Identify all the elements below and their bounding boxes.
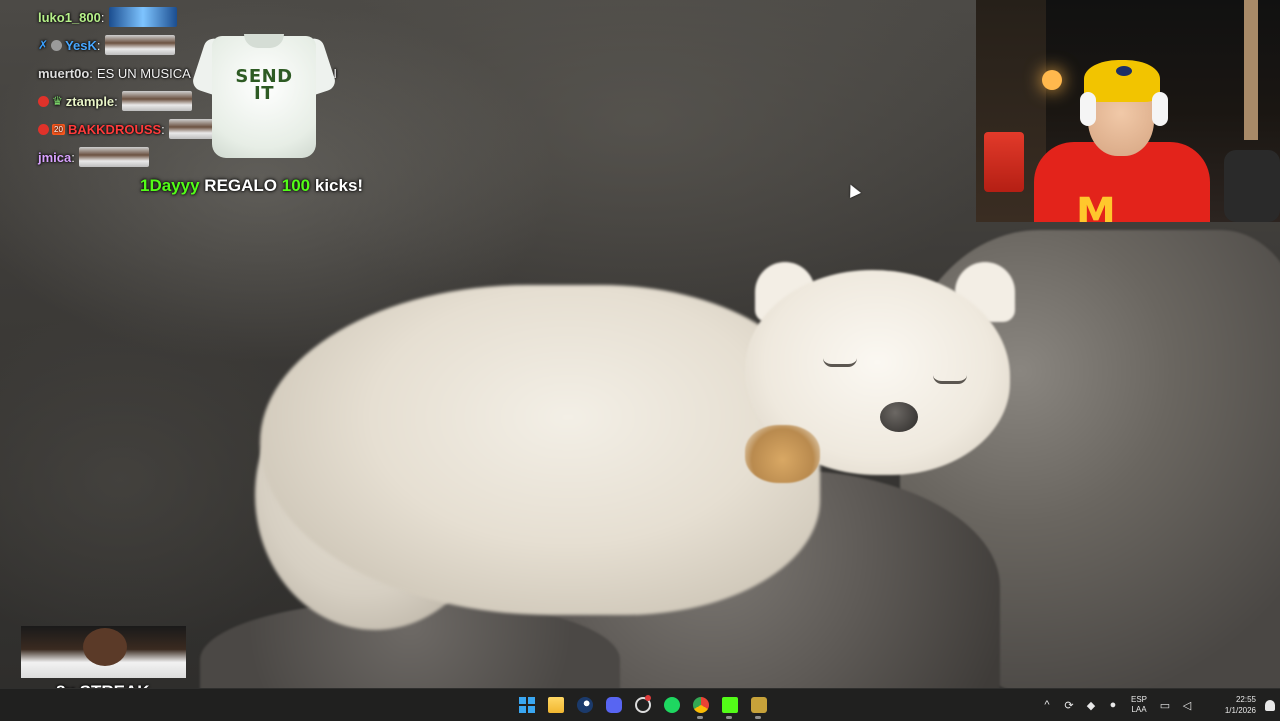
taskbar-spotify[interactable] [657,689,686,721]
language-code: ESP [1130,695,1147,704]
gift-alert: 1Dayyy REGALO 100 kicks! [140,176,363,196]
game-icon [750,697,767,713]
car-emote-icon [108,7,177,27]
taskbar-chatgpt[interactable] [628,689,657,721]
notification-center-button[interactable] [1260,689,1280,721]
chat-separator: : [114,93,118,109]
fox-eye-left [823,358,857,367]
sword-badge-icon: ✗ [38,38,49,52]
mcdonalds-logo: M [1076,190,1116,222]
headset-right-icon [1152,92,1168,126]
chat-username: ztample [65,93,115,109]
clock-time: 22:55 [1235,695,1256,704]
webcam-red-cup [984,132,1024,192]
chrome-icon [692,697,709,713]
gift-username: 1Dayyy [140,176,200,195]
streak-face [83,628,127,666]
webcam-background-chair [1224,150,1280,222]
taskbar-steam[interactable] [570,689,599,721]
keyboard-layout-code: LAA [1131,705,1147,714]
send-it-shirt-image: SEND IT [190,26,338,160]
taskbar-discord[interactable] [599,689,628,721]
chat-username: luko1_800 [38,9,101,25]
red-badge-icon [38,95,49,107]
system-tray: ^ ⟳ ◆ ● ESP LAA ▭ ◁ 22:55 1/1/2026 [1036,689,1280,721]
notification-dot [645,695,651,701]
chat-message-text: ES UN MUSICA [96,65,191,81]
taskbar-apps [512,689,773,721]
volume-icon[interactable]: ◁ [1176,689,1198,721]
face-emote-icon [104,35,175,55]
clock-date: 1/1/2026 [1224,706,1256,715]
folder-icon [547,697,564,713]
windows-icon [518,697,535,713]
taskbar-start-button[interactable] [512,689,541,721]
hat-logo-icon [1116,66,1132,76]
chat-username: muert0o [38,65,90,81]
face-emote-icon [78,147,149,167]
chat-separator: : [161,121,165,137]
chat-username: jmica [38,149,72,165]
discord-icon [605,697,622,713]
chat-separator: : [96,37,101,53]
tray-shield-icon[interactable]: ◆ [1080,689,1102,721]
headset-left-icon [1080,92,1096,126]
chat-username: BAKKDROUSS [68,121,162,137]
input-language-indicator[interactable]: ESP LAA [1124,695,1154,715]
gift-unit: kicks! [314,176,364,195]
show-hidden-icons-button[interactable]: ^ [1036,689,1058,721]
webcam-background-light [1042,70,1062,90]
sub-badge-icon: 20 [52,123,65,135]
chat-separator: : [71,149,75,165]
windows-taskbar: ^ ⟳ ◆ ● ESP LAA ▭ ◁ 22:55 1/1/2026 [0,688,1280,721]
running-indicator [726,716,732,719]
chat-separator: : [100,9,105,25]
taskbar-clock[interactable]: 22:55 1/1/2026 [1198,694,1256,716]
spotify-icon [663,697,680,713]
running-indicator [697,716,703,719]
chat-username: YesK [65,37,97,53]
network-icon[interactable]: ▭ [1154,689,1176,721]
chat-separator: : [89,65,93,81]
fox-nose [880,402,918,432]
green-badge-icon: ♛ [52,94,63,108]
streak-webcam-clip [21,626,186,678]
taskbar-game[interactable] [744,689,773,721]
fox-paw [745,425,820,483]
tray-sync-icon[interactable]: ⟳ [1058,689,1080,721]
grey-badge-icon [51,39,63,51]
taskbar-kick[interactable] [715,689,744,721]
kick-icon [721,697,738,713]
face-emote-icon [121,91,192,111]
chat-message: jmica : [38,146,149,168]
taskbar-chrome[interactable] [686,689,715,721]
fox-eye-right [933,375,967,384]
steam-icon [576,697,593,713]
shirt-print: SEND IT [216,68,312,104]
streamer-webcam: M [976,0,1280,222]
chat-message: ♛ ztample : [38,90,192,112]
chat-message: luko1_800 : [38,6,177,28]
chevron-up-icon: ^ [1044,699,1050,711]
bell-icon [1265,699,1275,711]
chat-message: 20 BAKKDROUSS : [38,118,215,140]
tray-mic-icon[interactable]: ● [1102,689,1124,721]
chat-message: ✗ YesK : [38,34,175,56]
webcam-background-pillar [1244,0,1258,140]
gift-action: REGALO [204,176,278,195]
running-indicator [755,716,761,719]
taskbar-file-explorer[interactable] [541,689,570,721]
shirt-print-line2: IT [254,83,274,104]
red-badge-icon [38,123,49,135]
gift-amount: 100 [281,176,311,195]
